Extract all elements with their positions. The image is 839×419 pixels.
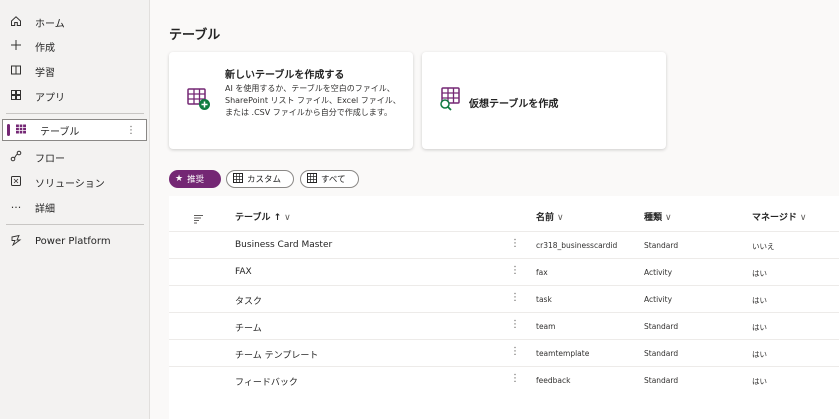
- chevron-down-icon: ∨: [665, 213, 672, 223]
- row-managed: はい: [752, 269, 767, 278]
- row-type: Activity: [644, 268, 673, 277]
- row-managed: はい: [752, 296, 767, 305]
- nav-item-label: 詳細: [35, 203, 55, 215]
- plus-icon: [9, 39, 23, 54]
- nav-item-label: ホーム: [35, 18, 65, 30]
- row-logical-name: feedback: [536, 376, 571, 385]
- row-table-name[interactable]: チーム テンプレート: [235, 348, 318, 361]
- nav-item-create[interactable]: 作成: [0, 35, 148, 57]
- chevron-down-icon: ∨: [284, 213, 291, 223]
- row-logical-name: team: [536, 322, 556, 331]
- card-title: 仮想テーブルを作成: [469, 99, 559, 110]
- column-header-table[interactable]: テーブル ↑ ∨: [235, 210, 291, 223]
- tables-grid: テーブル ↑ ∨ 名前 ∨ 種類 ∨ マネージド ∨ Business Card Mas…: [169, 196, 839, 419]
- row-menu-icon[interactable]: ⋮: [510, 346, 520, 357]
- table-row[interactable]: フィードバック ⋮ feedback Standard はい: [169, 366, 839, 393]
- nav-item-label: Power Platform: [35, 235, 111, 247]
- nav-item-flows[interactable]: フロー: [0, 146, 148, 168]
- nav-item-label: アプリ: [35, 92, 65, 104]
- nav-divider: [6, 113, 144, 114]
- row-menu-icon[interactable]: ⋮: [510, 373, 520, 384]
- left-navigation: ホーム 作成 学習 アプリ テーブル ⋮ フロー ソリューション ··· 詳細 …: [0, 0, 150, 419]
- nav-item-label: フロー: [35, 153, 65, 165]
- more-options-icon[interactable]: ⋮: [126, 125, 136, 136]
- solution-icon: [9, 175, 23, 190]
- apps-icon: [9, 89, 23, 104]
- row-type: Standard: [644, 241, 679, 250]
- row-menu-icon[interactable]: ⋮: [510, 319, 520, 330]
- nav-item-tables[interactable]: テーブル ⋮: [2, 119, 147, 141]
- row-table-name[interactable]: タスク: [235, 294, 262, 307]
- row-table-name[interactable]: Business Card Master: [235, 240, 332, 250]
- row-logical-name: fax: [536, 268, 548, 277]
- table-row[interactable]: Business Card Master ⋮ cr318_businesscar…: [169, 231, 839, 258]
- custom-table-icon: [233, 172, 243, 186]
- header-label: テーブル ↑: [235, 213, 282, 223]
- nav-item-apps[interactable]: アプリ: [0, 85, 148, 107]
- row-logical-name: task: [536, 295, 552, 304]
- nav-item-label: テーブル: [40, 126, 80, 138]
- nav-item-power-platform[interactable]: Power Platform: [0, 230, 148, 252]
- star-icon: ★: [175, 174, 184, 184]
- column-options-icon[interactable]: [193, 209, 204, 228]
- page-title: テーブル: [169, 28, 221, 43]
- power-platform-icon: [9, 234, 23, 249]
- flow-icon: [9, 150, 23, 165]
- card-description: AI を使用するか、テーブルを空白のファイル、SharePoint リスト ファ…: [225, 84, 401, 117]
- column-header-managed[interactable]: マネージド ∨: [752, 210, 806, 223]
- filter-label: カスタム: [247, 175, 282, 185]
- column-header-type[interactable]: 種類 ∨: [644, 210, 672, 223]
- create-virtual-table-card[interactable]: 仮想テーブルを作成: [422, 52, 666, 149]
- nav-item-more[interactable]: ··· 詳細: [0, 196, 148, 218]
- row-managed: はい: [752, 350, 767, 359]
- nav-divider: [6, 224, 144, 225]
- row-managed: はい: [752, 323, 767, 332]
- table-icon: [14, 123, 28, 138]
- filter-label: 推奨: [187, 175, 205, 185]
- virtual-table-icon: [438, 85, 464, 115]
- header-label: 種類: [644, 213, 663, 223]
- row-type: Standard: [644, 349, 679, 358]
- nav-item-solutions[interactable]: ソリューション: [0, 171, 148, 193]
- more-icon: ···: [10, 200, 22, 214]
- nav-item-label: 学習: [35, 67, 55, 79]
- row-menu-icon[interactable]: ⋮: [510, 238, 520, 249]
- table-row[interactable]: FAX ⋮ fax Activity はい: [169, 258, 839, 285]
- row-menu-icon[interactable]: ⋮: [510, 265, 520, 276]
- nav-item-label: 作成: [35, 42, 55, 54]
- table-row[interactable]: タスク ⋮ task Activity はい: [169, 285, 839, 312]
- row-table-name[interactable]: チーム: [235, 321, 262, 334]
- row-table-name[interactable]: FAX: [235, 267, 252, 277]
- grid-icon: [307, 172, 317, 186]
- row-managed: はい: [752, 377, 767, 386]
- filter-recommended[interactable]: ★ 推奨: [169, 170, 221, 188]
- header-label: マネージド: [752, 213, 797, 223]
- column-header-name[interactable]: 名前 ∨: [536, 210, 564, 223]
- row-table-name[interactable]: フィードバック: [235, 375, 298, 388]
- new-table-icon: [186, 86, 212, 116]
- nav-item-label: ソリューション: [35, 178, 105, 190]
- book-icon: [9, 64, 23, 79]
- header-label: 名前: [536, 213, 555, 223]
- table-row[interactable]: チーム ⋮ team Standard はい: [169, 312, 839, 339]
- nav-item-home[interactable]: ホーム: [0, 11, 148, 33]
- chevron-down-icon: ∨: [557, 213, 564, 223]
- row-logical-name: cr318_businesscardid: [536, 241, 618, 250]
- row-menu-icon[interactable]: ⋮: [510, 292, 520, 303]
- table-row[interactable]: チーム テンプレート ⋮ teamtemplate Standard はい: [169, 339, 839, 366]
- home-icon: [9, 15, 23, 30]
- row-logical-name: teamtemplate: [536, 349, 590, 358]
- create-new-table-card[interactable]: 新しいテーブルを作成する AI を使用するか、テーブルを空白のファイル、Shar…: [169, 52, 413, 149]
- nav-item-learn[interactable]: 学習: [0, 60, 148, 82]
- main-content: テーブル 新しいテーブルを作成する AI を使用するか、テーブルを空白のファイル…: [150, 0, 839, 419]
- card-title: 新しいテーブルを作成する: [225, 70, 345, 81]
- filter-custom[interactable]: カスタム: [226, 170, 294, 188]
- row-type: Standard: [644, 376, 679, 385]
- row-type: Standard: [644, 322, 679, 331]
- chevron-down-icon: ∨: [799, 213, 807, 223]
- filter-all[interactable]: すべて: [300, 170, 359, 188]
- row-type: Activity: [644, 295, 673, 304]
- row-managed: いいえ: [752, 242, 775, 251]
- filter-label: すべて: [321, 175, 346, 185]
